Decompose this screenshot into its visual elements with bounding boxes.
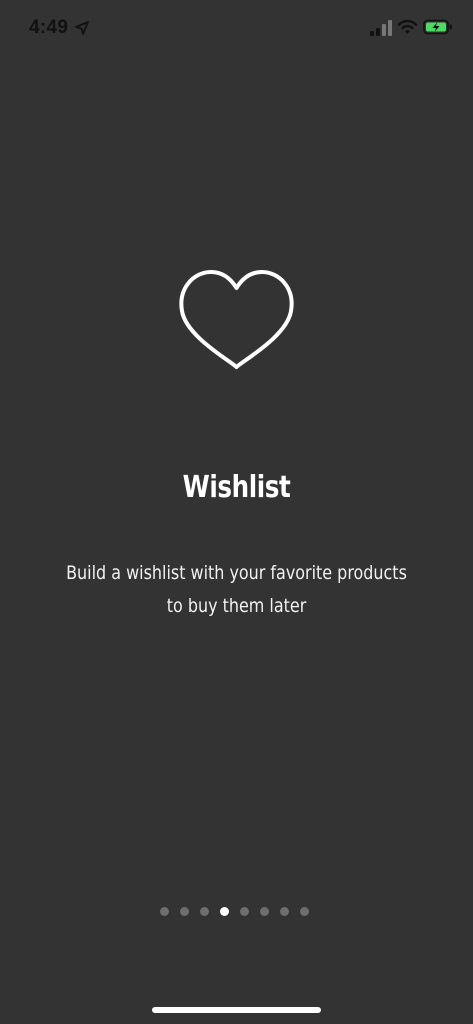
page-dot-3[interactable] [200,907,209,916]
cellular-signal-icon [370,20,392,36]
slide-title: Wishlist [182,470,291,505]
home-indicator[interactable] [152,1007,321,1013]
page-dot-1[interactable] [160,907,169,916]
status-bar: 4:49 [0,0,473,56]
page-dot-8[interactable] [300,907,309,916]
page-dot-6[interactable] [260,907,269,916]
status-time: 4:49 [29,17,69,38]
page-dot-2[interactable] [180,907,189,916]
wifi-icon [397,19,418,34]
page-dot-7[interactable] [280,907,289,916]
page-dot-5[interactable] [240,907,249,916]
page-indicator[interactable] [160,907,309,917]
heart-outline-icon [179,270,294,369]
slide-description: Build a wishlist with your favorite prod… [66,562,407,617]
location-arrow-icon [75,21,89,35]
battery-charging-icon [423,19,452,35]
page-dot-4-active[interactable] [220,907,229,916]
